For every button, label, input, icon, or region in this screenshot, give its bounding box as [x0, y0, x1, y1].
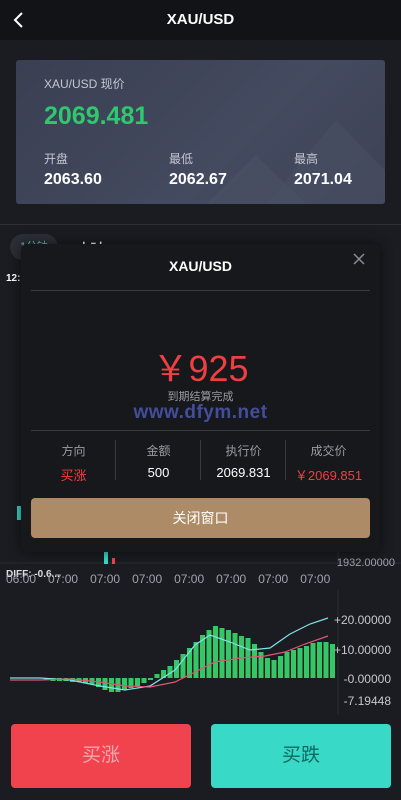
macd-bar	[265, 658, 270, 678]
macd-bar	[323, 642, 329, 678]
macd-bar	[310, 643, 316, 678]
time-tick: 07:00	[132, 572, 163, 586]
time-tick: 07:00	[48, 572, 79, 586]
macd-bar	[284, 652, 290, 678]
macd-bar	[154, 674, 160, 678]
macd-bar	[297, 648, 303, 678]
settlement-dialog: XAU/USD ￥925 到期结算完成 www.dfym.net 方向 买涨 金…	[21, 244, 380, 552]
time-tick: 06:00	[6, 572, 37, 586]
page-title: XAU/USD	[166, 11, 235, 28]
time-axis: 06:00 07:00 07:00 07:00 07:00 07:00 07:00 07:00	[6, 572, 342, 586]
column-execution-price: 执行价 2069.831	[201, 442, 286, 480]
watermark: www.dfym.net	[133, 402, 268, 423]
buy-down-button[interactable]: 买跌	[211, 724, 391, 788]
macd-bar	[141, 678, 147, 683]
column-value: 2069.831	[216, 465, 271, 480]
quote-card: XAU/USD 现价 2069.481 开盘 2063.60 最低 2062.6…	[16, 60, 385, 204]
macd-tick: -0.00000	[343, 672, 391, 686]
column-value: ￥2069.851	[294, 468, 363, 483]
time-tick: 07:00	[216, 572, 247, 586]
chart-time-label: 12:	[6, 273, 21, 284]
stat-open: 开盘 2063.60	[44, 150, 102, 189]
stat-low: 最低 2062.67	[169, 150, 227, 189]
divider	[31, 430, 370, 431]
macd-bar	[102, 678, 108, 690]
macd-tick: +10.00000	[333, 643, 391, 657]
column-value: 买涨	[60, 468, 87, 483]
divider	[31, 290, 370, 291]
macd-bar	[271, 660, 277, 678]
dialog-title: XAU/USD	[168, 258, 232, 274]
time-tick: 07:00	[174, 572, 205, 586]
stat-high-label: 最高	[294, 152, 319, 166]
macd-bar	[239, 636, 244, 678]
macd-bar	[135, 678, 140, 686]
stat-low-value: 2062.67	[169, 171, 227, 188]
stat-low-label: 最低	[169, 152, 194, 166]
macd-bar	[304, 646, 309, 678]
time-tick: 07:00	[300, 572, 331, 586]
close-icon[interactable]	[352, 252, 366, 266]
column-amount: 金额 500	[116, 442, 201, 480]
macd-bar	[148, 678, 153, 680]
column-value: 500	[147, 465, 170, 480]
buy-up-button[interactable]: 买涨	[11, 724, 191, 788]
stat-high-value: 2071.04	[294, 171, 352, 188]
macd-bar	[122, 678, 127, 690]
column-header: 执行价	[225, 444, 262, 458]
column-deal-price: 成交价 ￥2069.851	[286, 442, 371, 484]
macd-tick: +20.00000	[333, 613, 391, 627]
macd-bar	[213, 626, 218, 678]
close-window-button[interactable]: 关闭窗口	[31, 498, 370, 538]
candle	[112, 558, 115, 564]
macd-bar	[291, 650, 296, 678]
divider	[0, 224, 401, 225]
stat-open-value: 2063.60	[44, 171, 102, 188]
macd-bar	[317, 642, 322, 678]
macd-bar	[232, 633, 238, 678]
profit-amount: ￥925	[152, 348, 249, 389]
quote-label: XAU/USD 现价	[44, 77, 125, 91]
time-tick: 07:00	[90, 572, 121, 586]
macd-tick: -7.19448	[343, 694, 391, 708]
column-header: 金额	[146, 444, 171, 458]
candle	[104, 550, 108, 564]
current-price: 2069.481	[44, 102, 149, 130]
stat-open-label: 开盘	[44, 152, 69, 166]
macd-bar	[278, 656, 283, 678]
price-tick: 1932.00000	[336, 557, 395, 569]
macd-bar	[226, 630, 231, 678]
column-direction: 方向 买涨	[31, 442, 116, 484]
column-header: 方向	[61, 444, 86, 458]
macd-bar	[219, 628, 225, 678]
column-header: 成交价	[310, 444, 347, 458]
top-bar: XAU/USD	[0, 0, 401, 40]
time-tick: 07:00	[258, 572, 289, 586]
stat-high: 最高 2071.04	[294, 150, 352, 189]
macd-bar	[109, 678, 114, 692]
